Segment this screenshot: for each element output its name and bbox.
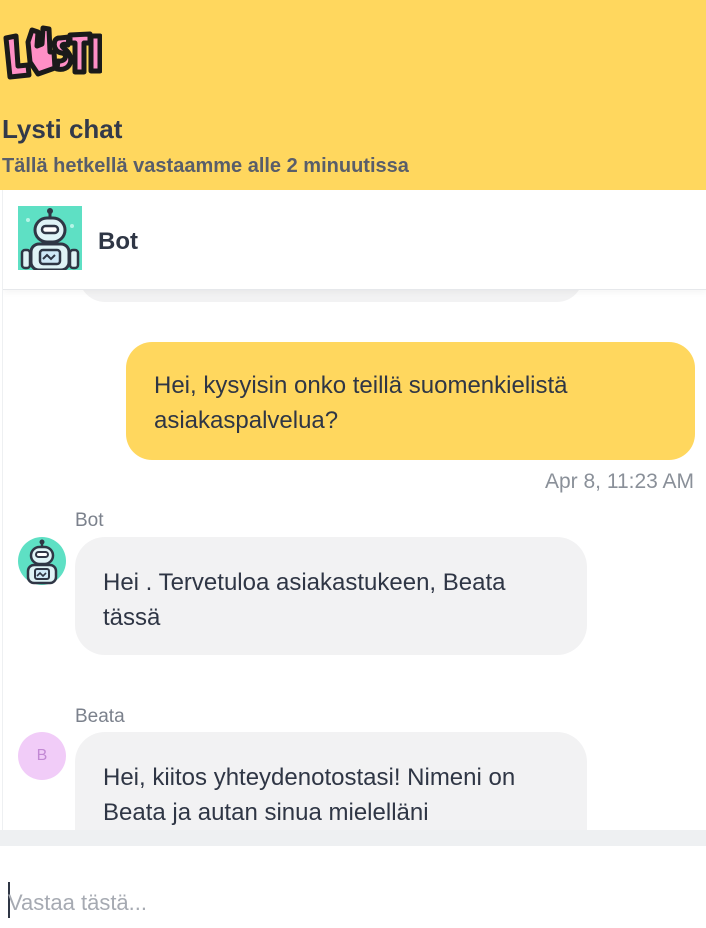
user-message-bubble: Hei, kysyisin onko teillä suomenkielistä… [126,342,695,460]
avatar: B [18,732,66,780]
reply-composer [0,846,706,928]
agent-bar: Bot [3,190,706,290]
response-time-text: Tällä hetkellä vastaamme alle 2 minuutis… [2,155,409,177]
robot-avatar-icon [18,537,66,585]
sender-name-beata: Beata [75,706,125,727]
agent-name: Bot [98,228,138,255]
lysti-logo [3,25,102,80]
robot-avatar-icon [18,206,82,270]
message-timestamp: Apr 8, 11:23 AM [544,470,694,493]
chat-title: Lysti chat [2,114,123,144]
conversation-panel[interactable]: Bot Hei, kysyisin onko teillä suomenkiel… [2,190,706,830]
chat-header: Lysti chat Tällä hetkellä vastaamme alle… [0,0,706,190]
sender-name-bot: Bot [75,510,104,531]
agent-message-bubble: Hei, kiitos yhteydenotostasi! Nimeni on … [75,732,587,830]
reply-input[interactable] [8,886,688,920]
composer-divider [0,830,706,846]
bot-message-bubble: Hei . Tervetuloa asiakastukeen, Beata tä… [75,537,587,655]
